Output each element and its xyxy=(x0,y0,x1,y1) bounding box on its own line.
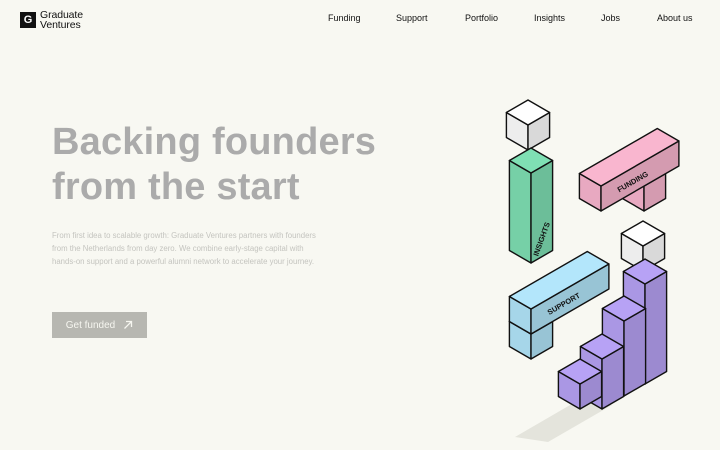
stairs-col-3-right-face xyxy=(623,307,647,397)
small-cube-top xyxy=(505,99,551,151)
funding-block xyxy=(578,127,680,212)
insights-block xyxy=(508,147,554,264)
insights-block-left-face xyxy=(508,159,532,264)
isometric-blocks-illustration: INSIGHTS FUNDING SUPPORT xyxy=(505,99,680,442)
stairs-col-4-right-face xyxy=(644,270,668,385)
